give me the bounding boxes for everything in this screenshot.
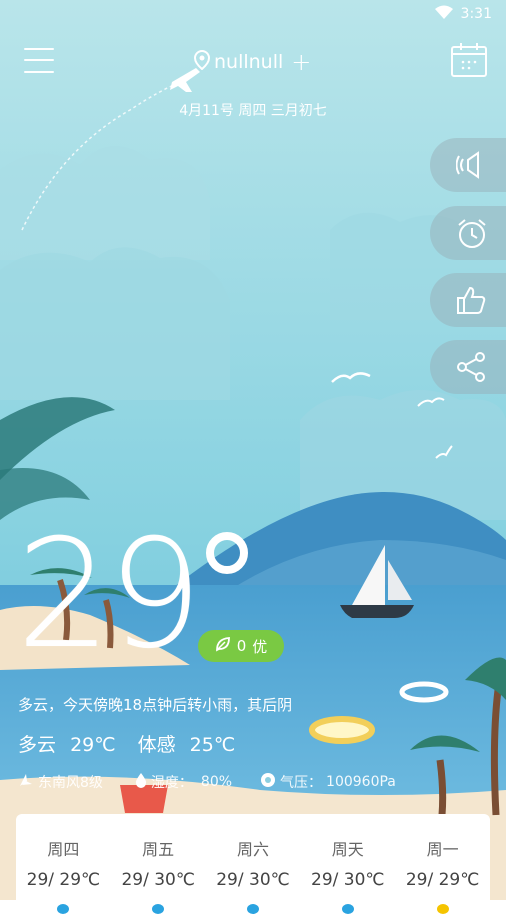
location-selector[interactable]: nullnull +	[193, 48, 311, 76]
feels-like-value: 25℃	[189, 734, 236, 756]
status-bar: 3:31	[434, 0, 506, 28]
forecast-day[interactable]: 周四 29/ 29℃	[18, 814, 108, 914]
weather-scene-background	[0, 0, 506, 900]
air-quality-badge[interactable]: 0 优	[198, 630, 284, 662]
degree-symbol	[206, 532, 248, 574]
alarm-button[interactable]	[430, 206, 506, 260]
forecast-day-name: 周五	[142, 840, 175, 859]
wind-value: 东南风8级	[38, 775, 103, 791]
aqi-level: 优	[252, 637, 268, 656]
status-time: 3:31	[460, 6, 492, 22]
forecast-day-name: 周六	[236, 840, 269, 859]
forecast-day[interactable]: 周五 29/ 30℃	[113, 814, 203, 914]
humidity-icon	[135, 772, 147, 792]
pressure-icon	[260, 772, 276, 792]
add-city-button[interactable]: +	[291, 48, 311, 76]
calendar-button[interactable]	[450, 42, 488, 78]
feels-like-label: 体感	[137, 734, 176, 756]
speaker-icon	[456, 151, 479, 179]
condition-temp: 29℃	[70, 734, 116, 756]
location-name: nullnull	[214, 51, 284, 73]
share-button[interactable]	[430, 340, 506, 394]
current-temperature: 29	[16, 508, 203, 682]
forecast-day-name: 周天	[331, 840, 364, 859]
weather-dot-icon	[57, 904, 70, 914]
forecast-day[interactable]: 周一 29/ 29℃	[398, 814, 488, 914]
pressure-value: 100960Pa	[326, 774, 396, 790]
forecast-day[interactable]: 周天 29/ 30℃	[303, 814, 393, 914]
voice-broadcast-button[interactable]	[430, 138, 506, 192]
location-pin-icon	[193, 49, 211, 75]
leaf-icon	[215, 636, 231, 656]
like-button[interactable]	[430, 273, 506, 327]
wind-icon	[18, 772, 34, 792]
condition-text: 多云	[18, 734, 57, 756]
forecast-temp-range: 29/ 30℃	[311, 870, 385, 890]
alarm-clock-icon	[458, 219, 486, 248]
weather-details: 东南风8级 湿度： 80% 气压： 100960Pa	[18, 772, 396, 792]
forecast-temp-range: 29/ 30℃	[216, 870, 290, 890]
weather-summary: 多云，今天傍晚18点钟后转小雨，其后阴	[18, 696, 293, 714]
thumbs-up-icon	[457, 286, 486, 314]
humidity-label: 湿度：	[150, 775, 193, 791]
calendar-icon	[451, 43, 487, 77]
date-line: 4月11号 周四 三月初七	[179, 103, 327, 119]
forecast-temp-range: 29/ 30℃	[121, 870, 195, 890]
share-icon	[457, 352, 485, 382]
weather-dot-icon	[246, 904, 259, 914]
forecast-day-name: 周一	[426, 840, 459, 859]
current-conditions: 多云 29℃ 体感 25℃	[18, 730, 235, 757]
humidity-value: 80%	[200, 774, 233, 790]
forecast-panel: 周四 29/ 29℃ 周五 29/ 30℃ 周六 29/ 30℃ 周天 29/ …	[16, 814, 490, 914]
forecast-day[interactable]: 周六 29/ 30℃	[208, 814, 298, 914]
forecast-day-name: 周四	[47, 840, 80, 859]
forecast-temp-range: 29/ 29℃	[405, 870, 480, 890]
weather-dot-icon	[152, 904, 165, 914]
weather-dot-icon	[341, 904, 354, 914]
aqi-value: 0	[236, 637, 247, 655]
menu-button[interactable]	[24, 46, 54, 74]
wifi-icon	[434, 5, 453, 23]
forecast-temp-range: 29/ 29℃	[26, 870, 101, 890]
pressure-label: 气压：	[280, 775, 323, 791]
weather-dot-icon	[436, 904, 449, 914]
